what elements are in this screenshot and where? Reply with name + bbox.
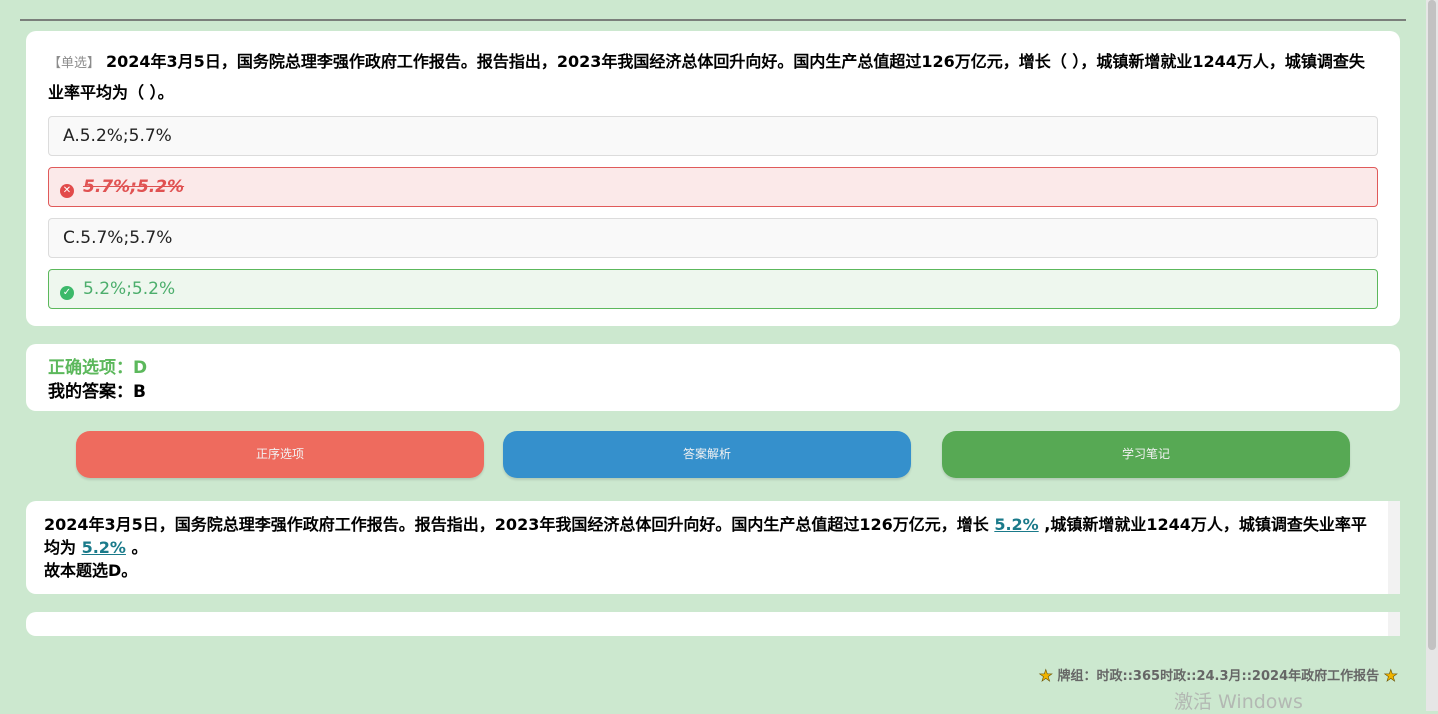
explanation-card: 2024年3月5日，国务院总理李强作政府工作报告。报告指出，2023年我国经济总… <box>26 501 1400 594</box>
option-c[interactable]: C.5.7%;5.7% <box>48 218 1378 258</box>
answer-summary-card: 正确选项：D 我的答案：B <box>26 344 1400 411</box>
option-a-label: A.5.2%;5.7% <box>63 126 172 146</box>
question-card: 【单选】 2024年3月5日，国务院总理李强作政府工作报告。报告指出，2023年我… <box>26 31 1400 326</box>
study-notes-button[interactable]: 学习笔记 <box>942 431 1350 478</box>
question-stem: 【单选】 2024年3月5日，国务院总理李强作政府工作报告。报告指出，2023年我… <box>48 47 1378 107</box>
my-answer-text: 我的答案：B <box>48 382 146 402</box>
option-d-label: 5.2%;5.2% <box>83 279 176 299</box>
notes-scrollbar[interactable] <box>1388 612 1400 636</box>
option-b-wrong[interactable]: ✕ 5.7%;5.2% <box>48 167 1378 207</box>
deck-footer: ★ 牌组：时政::365时政::24.3月::2024年政府工作报告 ★ <box>1038 666 1398 687</box>
explanation-highlight-1: 5.2% <box>994 515 1039 534</box>
explanation-text-1: 2024年3月5日，国务院总理李强作政府工作报告。报告指出，2023年我国经济总… <box>44 515 995 534</box>
question-text: 2024年3月5日，国务院总理李强作政府工作报告。报告指出，2023年我国经济总… <box>48 52 1365 102</box>
star-icon: ★ <box>1383 666 1398 686</box>
page-scrollbar[interactable] <box>1426 0 1438 711</box>
explanation-conclusion: 故本题选D。 <box>44 561 138 580</box>
star-icon: ★ <box>1038 666 1053 686</box>
deck-name: 牌组：时政::365时政::24.3月::2024年政府工作报告 <box>1057 669 1380 684</box>
check-circle-icon: ✓ <box>60 286 74 300</box>
question-type-tag: 【单选】 <box>48 56 101 71</box>
option-d-correct[interactable]: ✓ 5.2%;5.2% <box>48 269 1378 309</box>
notes-card <box>26 612 1400 636</box>
option-a[interactable]: A.5.2%;5.7% <box>48 116 1378 156</box>
order-options-button[interactable]: 正序选项 <box>76 431 484 478</box>
option-c-label: C.5.7%;5.7% <box>63 228 173 248</box>
explanation-highlight-2: 5.2% <box>81 538 126 557</box>
explanation-text-3: 。 <box>125 538 148 557</box>
x-circle-icon: ✕ <box>60 184 74 198</box>
answer-analysis-button[interactable]: 答案解析 <box>503 431 911 478</box>
page-scrollbar-thumb[interactable] <box>1428 0 1436 650</box>
correct-answer-text: 正确选项：D <box>48 358 148 378</box>
explanation-body: 2024年3月5日，国务院总理李强作政府工作报告。报告指出，2023年我国经济总… <box>44 513 1382 559</box>
top-divider <box>20 19 1406 21</box>
explanation-scrollbar[interactable] <box>1388 501 1400 594</box>
option-b-label: 5.7%;5.2% <box>83 177 185 197</box>
windows-activation-watermark: 激活 Windows <box>1174 691 1303 713</box>
